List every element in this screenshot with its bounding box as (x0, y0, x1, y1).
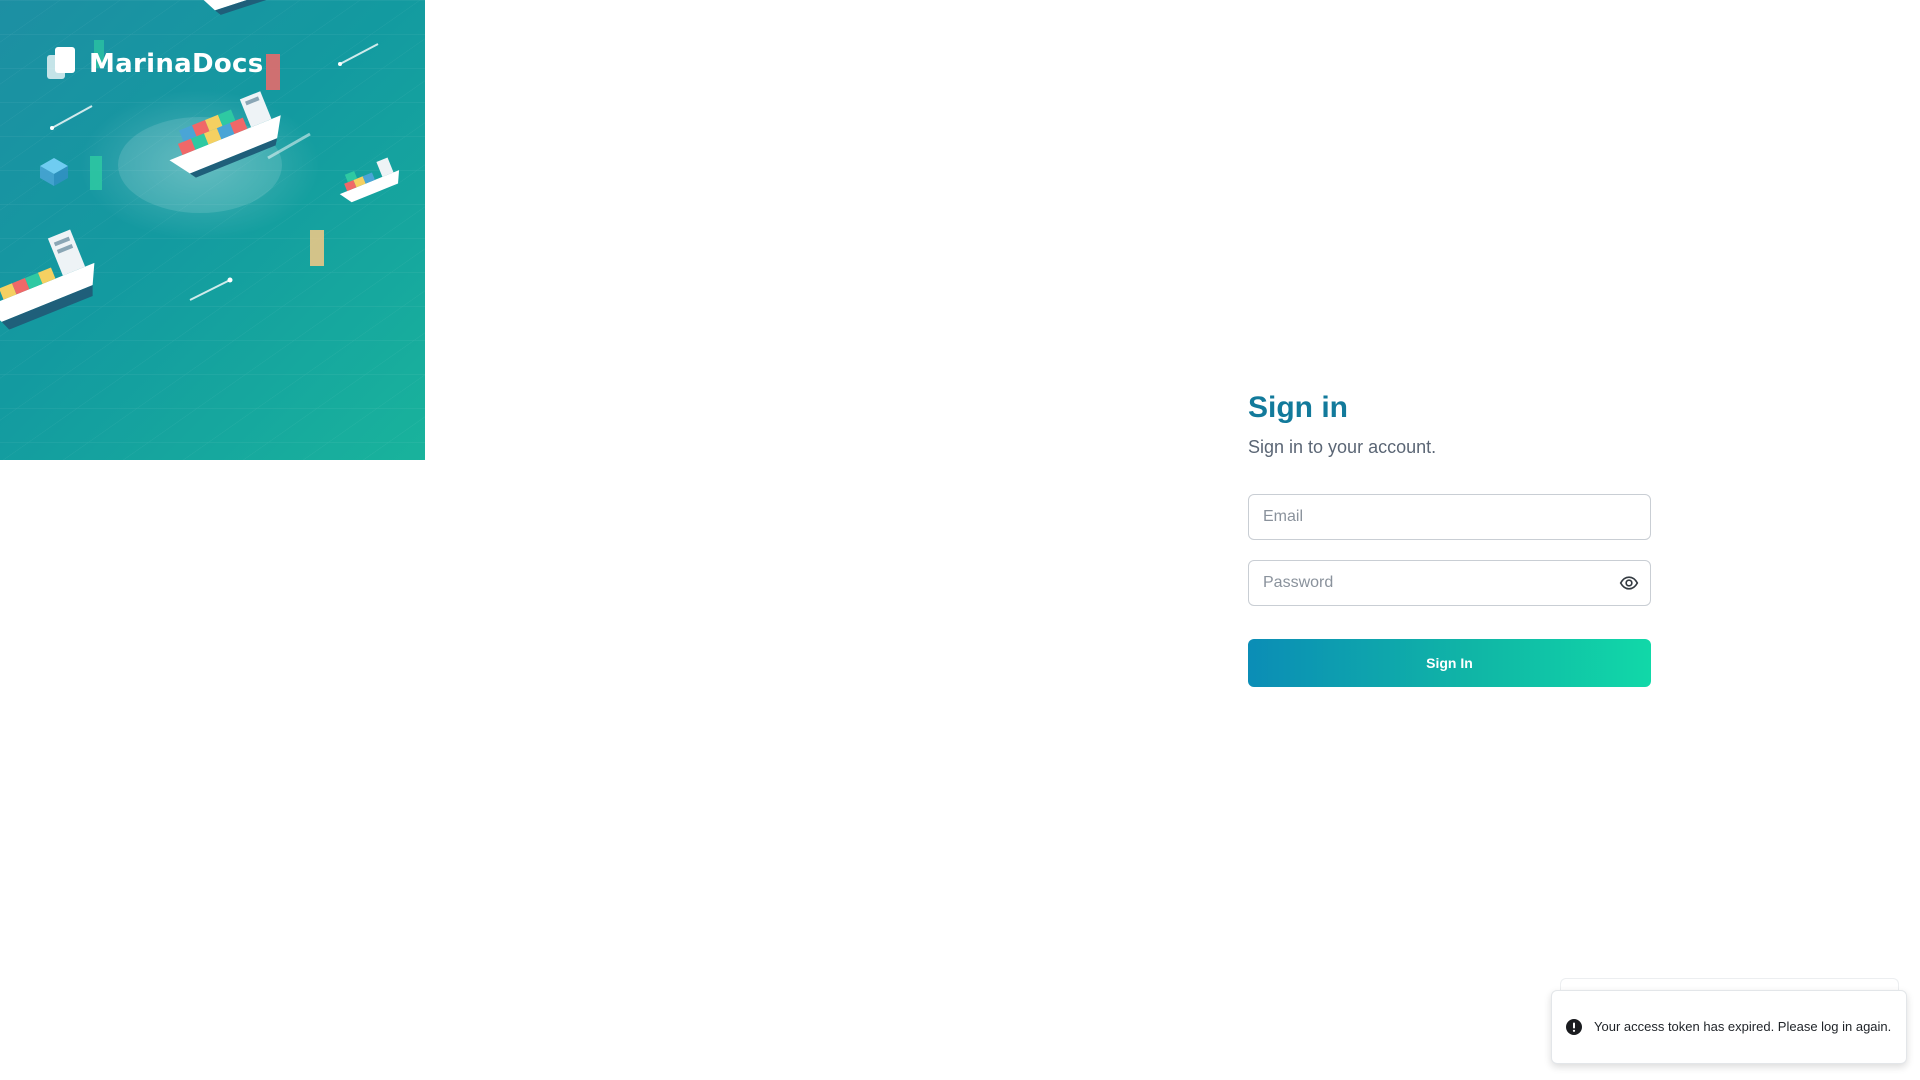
password-input[interactable] (1248, 560, 1651, 606)
page-title: Sign in (1248, 391, 1348, 424)
page-subtitle: Sign in to your account. (1248, 437, 1437, 457)
toast-message: Your access token has expired. Please lo… (1594, 1019, 1892, 1034)
document-stack-icon (47, 47, 75, 79)
toast-notification[interactable]: Your access token has expired. Please lo… (1551, 990, 1907, 1064)
email-input[interactable] (1248, 494, 1651, 540)
password-field-wrapper (1248, 560, 1651, 606)
brand-name: MarinaDocs (89, 49, 264, 79)
brand: MarinaDocs (47, 47, 264, 81)
login-page: MarinaDocs Sign in Sign in to your accou… (0, 0, 1920, 1080)
signin-form: Sign in Sign in to your account. Sign In (1248, 388, 1651, 687)
eye-icon[interactable] (1619, 573, 1639, 593)
alert-circle-icon (1566, 1019, 1582, 1035)
hero-illustration: MarinaDocs (0, 0, 425, 460)
sign-in-button[interactable]: Sign In (1248, 639, 1651, 687)
email-field-wrapper (1248, 494, 1651, 540)
